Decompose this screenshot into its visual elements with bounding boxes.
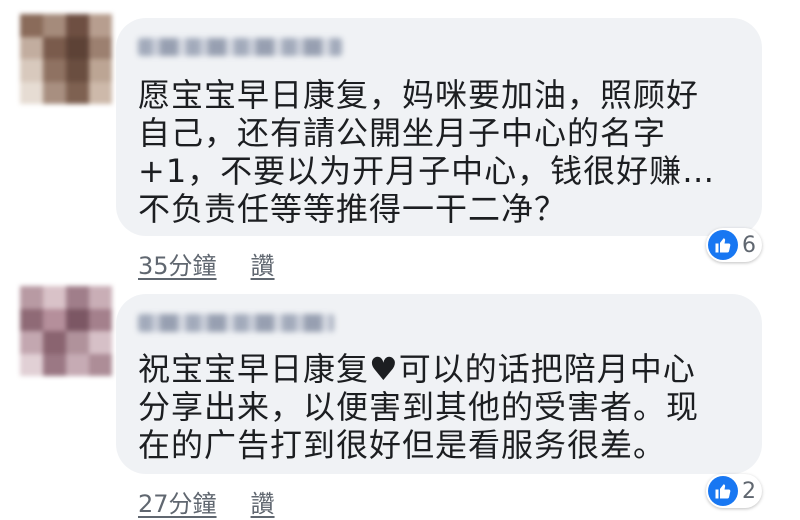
commenter-name[interactable]: [138, 38, 342, 56]
reaction-count: 6: [742, 232, 756, 258]
comment-bubble: 祝宝宝早日康复♥可以的话把陪月中心 分享出来，以便害到其他的受害者。现 在的广告…: [116, 294, 762, 474]
comment-meta: 35分鐘 讚: [138, 246, 275, 281]
comment-timestamp[interactable]: 27分鐘: [138, 484, 217, 519]
like-link[interactable]: 讚: [251, 246, 275, 281]
reaction-summary[interactable]: 6: [706, 228, 762, 262]
like-thumbs-up-icon: [708, 230, 738, 260]
reaction-count: 2: [742, 478, 756, 504]
comment-bubble: 愿宝宝早日康复，妈咪要加油，照顾好 自己，还有請公開坐月子中心的名字 +1，不要…: [116, 18, 762, 236]
comment-text-line: 在的广告打到很好但是看服务很差。: [138, 426, 667, 464]
comment-meta: 27分鐘 讚: [138, 484, 275, 519]
like-thumbs-up-icon: [708, 476, 738, 506]
comment-timestamp[interactable]: 35分鐘: [138, 246, 217, 281]
comment-text-line: 分享出来，以便害到其他的受害者。现: [138, 388, 700, 426]
reaction-summary[interactable]: 2: [706, 474, 762, 508]
comment-text-line: 愿宝宝早日康复，妈咪要加油，照顾好: [138, 76, 700, 114]
comment-text-line: 不负责任等等推得一干二净？: [138, 190, 568, 228]
avatar[interactable]: [20, 14, 112, 104]
comment-text-line: 祝宝宝早日康复♥可以的话把陪月中心: [138, 350, 696, 388]
comment-text-line: +1，不要以为开月子中心，钱很好赚…: [138, 152, 716, 190]
comment-text-line: 自己，还有請公開坐月子中心的名字: [138, 114, 667, 152]
commenter-name[interactable]: [138, 314, 334, 332]
like-link[interactable]: 讚: [251, 484, 275, 519]
avatar[interactable]: [20, 286, 112, 376]
